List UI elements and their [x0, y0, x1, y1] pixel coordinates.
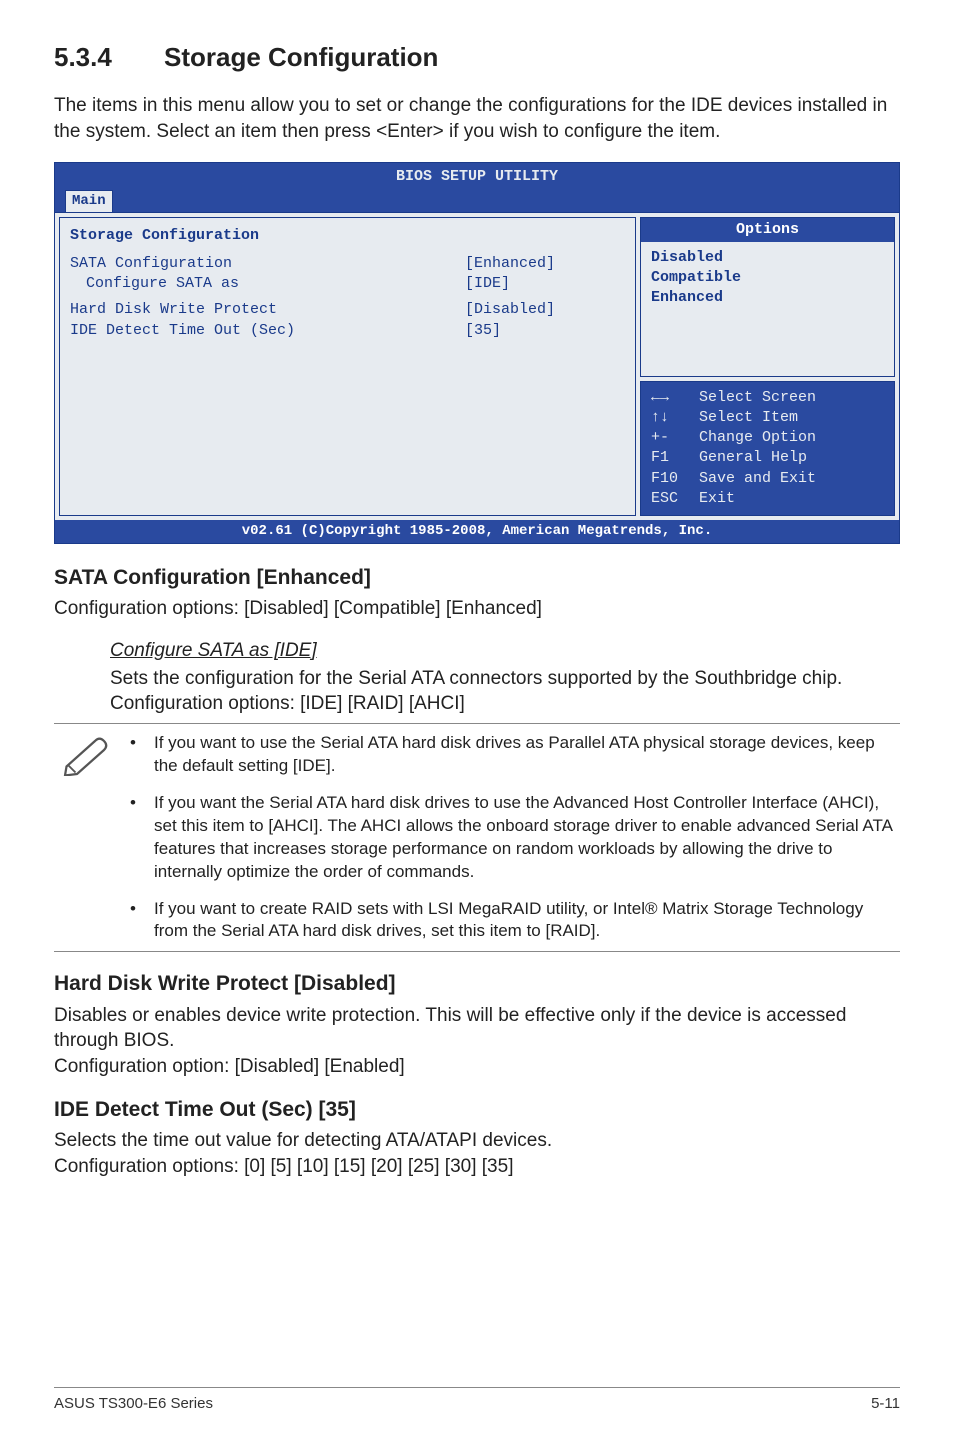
bios-nav-box: ←→Select Screen ↑↓Select Item +-Change O… [640, 381, 895, 517]
configure-sata-body: Sets the configuration for the Serial AT… [110, 666, 900, 717]
nav-text: Select Screen [699, 388, 816, 408]
bios-footer: v02.61 (C)Copyright 1985-2008, American … [55, 520, 899, 543]
nav-sym: +- [651, 428, 699, 448]
bios-nav-row: +-Change Option [651, 428, 884, 448]
note-icon [54, 732, 126, 944]
pencil-note-icon [62, 736, 110, 776]
bios-row[interactable]: SATA Configuration [Enhanced] [70, 254, 625, 274]
bios-left-pane: Storage Configuration SATA Configuration… [59, 217, 636, 517]
bios-row-value: [Disabled] [465, 300, 625, 320]
ide-timeout-body2: Configuration options: [0] [5] [10] [15]… [54, 1154, 900, 1180]
hdwp-heading: Hard Disk Write Protect [Disabled] [54, 970, 900, 998]
bios-row-value: [35] [465, 321, 625, 341]
bullet-icon: • [126, 898, 154, 944]
note-box: • If you want to use the Serial ATA hard… [54, 723, 900, 953]
bios-row[interactable]: IDE Detect Time Out (Sec) [35] [70, 321, 625, 341]
bios-option[interactable]: Compatible [651, 268, 884, 288]
bios-tab-main[interactable]: Main [65, 190, 113, 213]
bullet-icon: • [126, 792, 154, 884]
note-text: If you want to use the Serial ATA hard d… [154, 732, 900, 778]
bios-title: BIOS SETUP UTILITY [55, 163, 899, 189]
bios-nav-row: ←→Select Screen [651, 388, 884, 408]
bios-row[interactable]: Hard Disk Write Protect [Disabled] [70, 300, 625, 320]
bios-screenshot: BIOS SETUP UTILITY Main Storage Configur… [54, 162, 900, 544]
bios-row-value: [IDE] [465, 274, 625, 294]
nav-text: General Help [699, 448, 807, 468]
bios-row-label: SATA Configuration [70, 254, 465, 274]
nav-sym: F10 [651, 469, 699, 489]
ide-timeout-body1: Selects the time out value for detecting… [54, 1128, 900, 1154]
bios-right-pane: Options Disabled Compatible Enhanced ←→S… [640, 217, 895, 517]
section-title: Storage Configuration [164, 42, 438, 72]
nav-sym: ↑↓ [651, 408, 699, 428]
note-text: If you want to create RAID sets with LSI… [154, 898, 900, 944]
sata-config-body: Configuration options: [Disabled] [Compa… [54, 596, 900, 622]
configure-sata-heading: Configure SATA as [IDE] [110, 638, 900, 664]
nav-text: Select Item [699, 408, 798, 428]
nav-text: Change Option [699, 428, 816, 448]
nav-sym: ←→ [651, 388, 699, 408]
note-list: • If you want to use the Serial ATA hard… [126, 732, 900, 944]
bios-tab-row: Main [55, 190, 899, 212]
hdwp-body2: Configuration option: [Disabled] [Enable… [54, 1054, 900, 1080]
bios-options-box: Options Disabled Compatible Enhanced [640, 217, 895, 377]
bios-option[interactable]: Disabled [651, 248, 884, 268]
ide-timeout-heading: IDE Detect Time Out (Sec) [35] [54, 1096, 900, 1124]
nav-sym: F1 [651, 448, 699, 468]
intro-paragraph: The items in this menu allow you to set … [54, 93, 900, 144]
sata-config-heading: SATA Configuration [Enhanced] [54, 564, 900, 592]
bios-option[interactable]: Enhanced [651, 288, 884, 308]
list-item: • If you want to create RAID sets with L… [126, 898, 900, 944]
bios-options-label: Options [641, 218, 894, 242]
bullet-icon: • [126, 732, 154, 778]
nav-text: Save and Exit [699, 469, 816, 489]
bios-row-label: IDE Detect Time Out (Sec) [70, 321, 465, 341]
note-text: If you want the Serial ATA hard disk dri… [154, 792, 900, 884]
bios-row-label: Hard Disk Write Protect [70, 300, 465, 320]
bios-nav-row: F1General Help [651, 448, 884, 468]
bios-left-heading: Storage Configuration [70, 226, 625, 246]
bios-row-label: Configure SATA as [70, 274, 465, 294]
footer-left: ASUS TS300-E6 Series [54, 1394, 213, 1414]
hdwp-body1: Disables or enables device write protect… [54, 1003, 900, 1054]
nav-sym: ESC [651, 489, 699, 509]
bios-nav-row: F10Save and Exit [651, 469, 884, 489]
list-item: • If you want to use the Serial ATA hard… [126, 732, 900, 778]
list-item: • If you want the Serial ATA hard disk d… [126, 792, 900, 884]
section-heading: 5.3.4Storage Configuration [54, 40, 900, 75]
page-footer: ASUS TS300-E6 Series 5-11 [54, 1387, 900, 1414]
bios-nav-row: ESCExit [651, 489, 884, 509]
footer-page-number: 5-11 [871, 1394, 900, 1414]
bios-row-value: [Enhanced] [465, 254, 625, 274]
bios-row[interactable]: Configure SATA as [IDE] [70, 274, 625, 294]
nav-text: Exit [699, 489, 735, 509]
bios-nav-row: ↑↓Select Item [651, 408, 884, 428]
section-number: 5.3.4 [54, 40, 164, 75]
